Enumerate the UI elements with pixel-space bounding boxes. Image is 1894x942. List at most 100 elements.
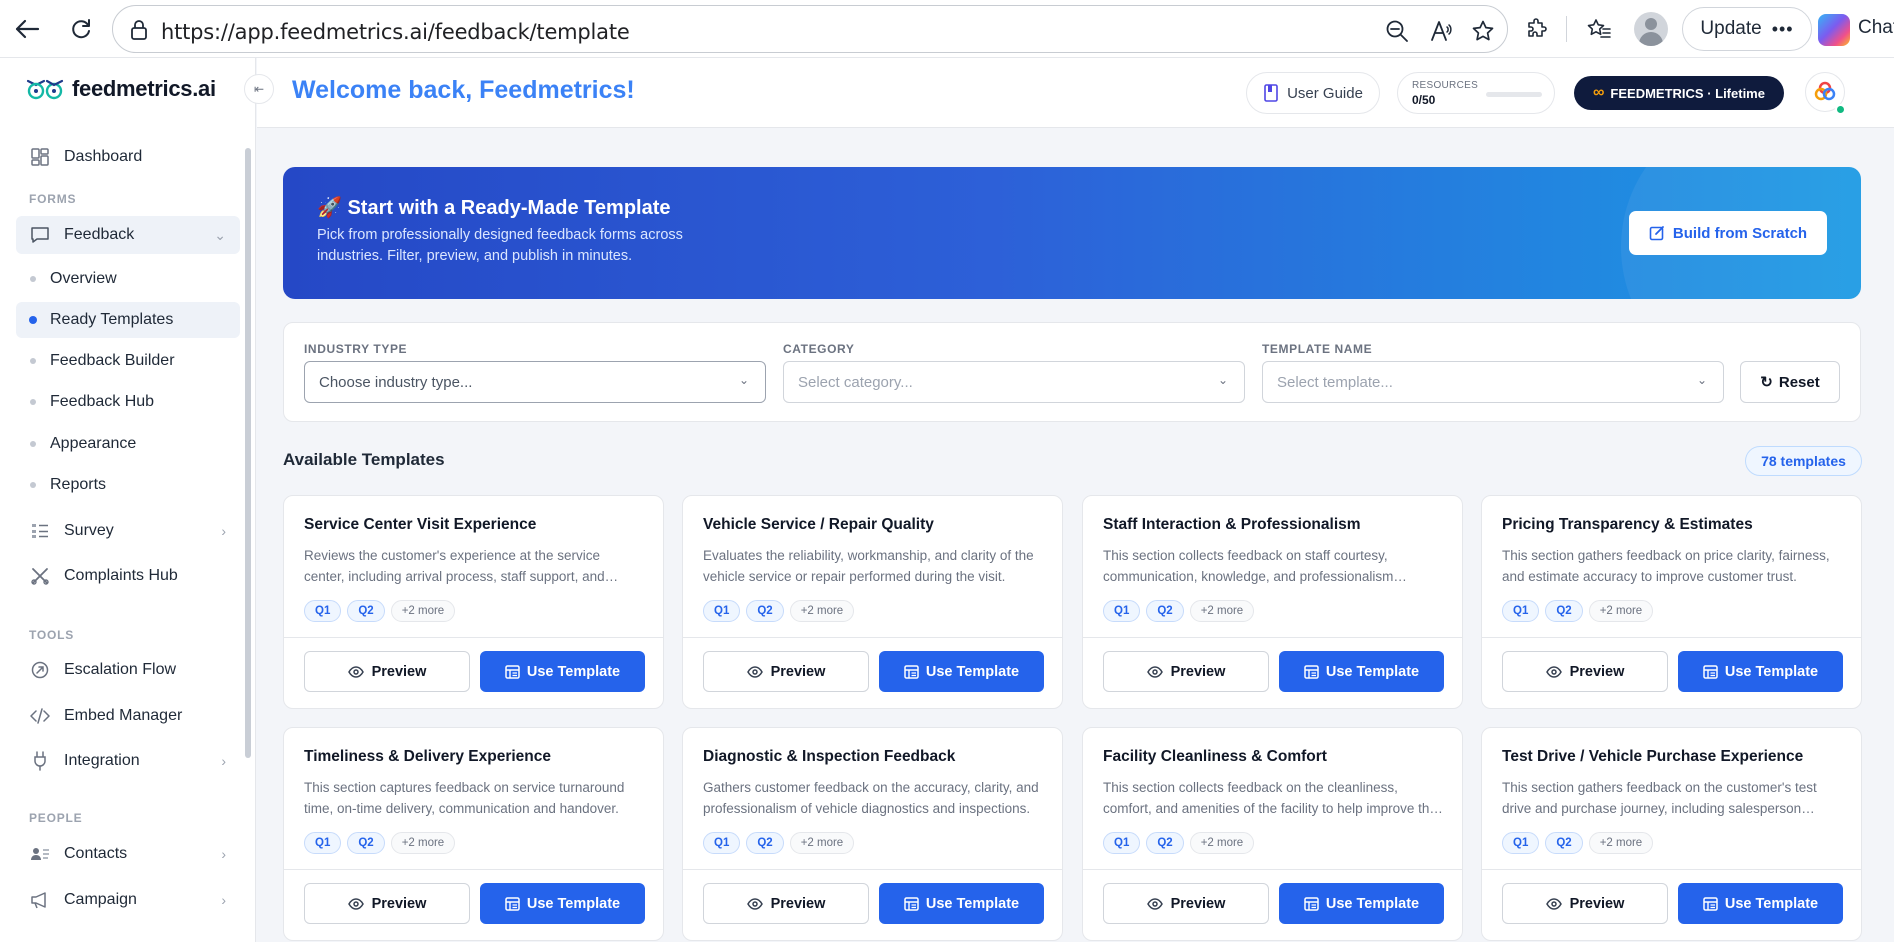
question-tag: +2 more [1588, 600, 1654, 622]
reset-button[interactable]: ↻ Reset [1740, 361, 1840, 403]
sidebar-item-dashboard[interactable]: Dashboard [16, 138, 240, 176]
question-tag: +2 more [390, 600, 456, 622]
preview-button[interactable]: Preview [1103, 883, 1269, 924]
category-label: CATEGORY [783, 342, 855, 356]
category-select[interactable]: Select category... ⌄ [783, 361, 1245, 403]
table-icon [505, 896, 520, 911]
sidebar-item-contacts[interactable]: Contacts › [16, 835, 240, 873]
preview-button[interactable]: Preview [1502, 883, 1668, 924]
eye-icon [1545, 665, 1562, 678]
question-tag: +2 more [789, 832, 855, 854]
use-template-button[interactable]: Use Template [1678, 883, 1843, 924]
plan-label: FEEDMETRICS · Lifetime [1610, 85, 1765, 101]
zoom-out-icon[interactable] [1385, 19, 1409, 43]
update-button[interactable]: Update ••• [1682, 7, 1812, 51]
template-card[interactable]: Test Drive / Vehicle Purchase Experience… [1481, 727, 1862, 941]
section-label-forms: FORMS [29, 192, 77, 206]
infinity-icon: ∞ [1593, 84, 1605, 101]
plug-icon [30, 751, 50, 771]
eye-icon [347, 897, 364, 910]
chevron-down-icon: ⌄ [738, 373, 749, 387]
template-card[interactable]: Facility Cleanliness & Comfort This sect… [1082, 727, 1463, 941]
template-title: Pricing Transparency & Estimates [1502, 516, 1753, 533]
question-tag: +2 more [1189, 832, 1255, 854]
sidebar-item-complaints[interactable]: Complaints Hub [16, 557, 240, 595]
more-icon[interactable]: ••• [1772, 19, 1794, 40]
sidebar-subitem-appearance[interactable]: Appearance [16, 426, 240, 462]
read-aloud-icon[interactable] [1429, 19, 1453, 43]
sidebar-subitem-reports[interactable]: Reports [16, 467, 240, 503]
preview-button[interactable]: Preview [304, 651, 470, 692]
sidebar-item-campaign[interactable]: Campaign › [16, 881, 240, 919]
question-tag: Q2 [347, 600, 385, 622]
template-card[interactable]: Pricing Transparency & Estimates This se… [1481, 495, 1862, 709]
sidebar-item-survey[interactable]: Survey › [16, 512, 240, 550]
company-logo-icon [1814, 81, 1836, 101]
collapse-sidebar-icon[interactable]: ⇤ [244, 74, 274, 104]
sidebar-scroll-thumb[interactable] [245, 148, 251, 758]
template-card[interactable]: Timeliness & Delivery Experience This se… [283, 727, 664, 941]
template-card[interactable]: Vehicle Service / Repair Quality Evaluat… [682, 495, 1063, 709]
refresh-icon[interactable] [64, 12, 98, 46]
copilot-icon[interactable] [1818, 14, 1850, 46]
preview-label: Preview [770, 895, 826, 912]
sidebar-item-embed[interactable]: Embed Manager [16, 697, 240, 735]
question-tags: Q1 Q2 +2 more [1502, 600, 1654, 622]
sidebar-item-escalation[interactable]: Escalation Flow [16, 651, 240, 689]
preview-button[interactable]: Preview [1502, 651, 1668, 692]
build-from-scratch-button[interactable]: Build from Scratch [1629, 211, 1827, 255]
dashboard-icon [30, 147, 50, 167]
bullet-icon [30, 358, 36, 364]
use-template-button[interactable]: Use Template [480, 651, 645, 692]
use-template-button[interactable]: Use Template [879, 651, 1044, 692]
template-card[interactable]: Diagnostic & Inspection Feedback Gathers… [682, 727, 1063, 941]
lock-icon [131, 20, 147, 40]
eye-icon [1146, 897, 1163, 910]
chat-label[interactable]: Chat [1858, 17, 1894, 39]
use-template-button[interactable]: Use Template [480, 883, 645, 924]
reset-label: Reset [1778, 373, 1820, 391]
sidebar-item-feedback[interactable]: Feedback ⌄ [16, 216, 240, 254]
user-guide-button[interactable]: User Guide [1246, 72, 1380, 114]
template-card[interactable]: Service Center Visit Experience Reviews … [283, 495, 664, 709]
chevron-right-icon: › [221, 523, 226, 539]
table-icon [505, 664, 520, 679]
profile-avatar[interactable] [1634, 12, 1668, 46]
preview-label: Preview [1170, 895, 1226, 912]
question-tag: Q1 [1502, 832, 1540, 854]
template-name-select[interactable]: Select template... ⌄ [1262, 361, 1724, 403]
favorites-icon[interactable] [1582, 12, 1616, 46]
use-template-button[interactable]: Use Template [1678, 651, 1843, 692]
use-template-button[interactable]: Use Template [1279, 651, 1444, 692]
favorite-star-icon[interactable] [1471, 19, 1495, 43]
sidebar-subitem-overview[interactable]: Overview [16, 261, 240, 297]
logo[interactable]: feedmetrics.ai [26, 76, 216, 102]
template-card[interactable]: Staff Interaction & Professionalism This… [1082, 495, 1463, 709]
eye-icon [1545, 897, 1562, 910]
use-template-button[interactable]: Use Template [879, 883, 1044, 924]
question-tag: Q1 [703, 600, 741, 622]
address-bar[interactable]: https://app.feedmetrics.ai/feedback/temp… [112, 5, 1508, 53]
sidebar-subitem-feedback-builder[interactable]: Feedback Builder [16, 343, 240, 379]
book-icon [1264, 84, 1278, 102]
sidebar-subitem-ready-templates[interactable]: Ready Templates [16, 302, 240, 338]
sidebar-subitem-feedback-hub[interactable]: Feedback Hub [16, 384, 240, 420]
use-template-button[interactable]: Use Template [1279, 883, 1444, 924]
preview-button[interactable]: Preview [304, 883, 470, 924]
card-divider [683, 637, 1062, 638]
sidebar-item-label: Campaign [64, 891, 137, 908]
industry-type-select[interactable]: Choose industry type... ⌄ [304, 361, 766, 403]
resources-meter: RESOURCES 0/50 [1397, 72, 1555, 114]
user-guide-label: User Guide [1287, 84, 1363, 102]
sidebar-item-integration[interactable]: Integration › [16, 742, 240, 780]
use-template-label: Use Template [925, 895, 1020, 912]
extensions-icon[interactable] [1520, 12, 1554, 46]
back-icon[interactable] [10, 12, 44, 46]
preview-button[interactable]: Preview [1103, 651, 1269, 692]
plan-badge[interactable]: ∞ FEEDMETRICS · Lifetime [1574, 76, 1784, 110]
preview-button[interactable]: Preview [703, 651, 869, 692]
preview-button[interactable]: Preview [703, 883, 869, 924]
question-tag: +2 more [789, 600, 855, 622]
resources-label: RESOURCES [1412, 80, 1479, 91]
megaphone-icon [30, 890, 50, 910]
